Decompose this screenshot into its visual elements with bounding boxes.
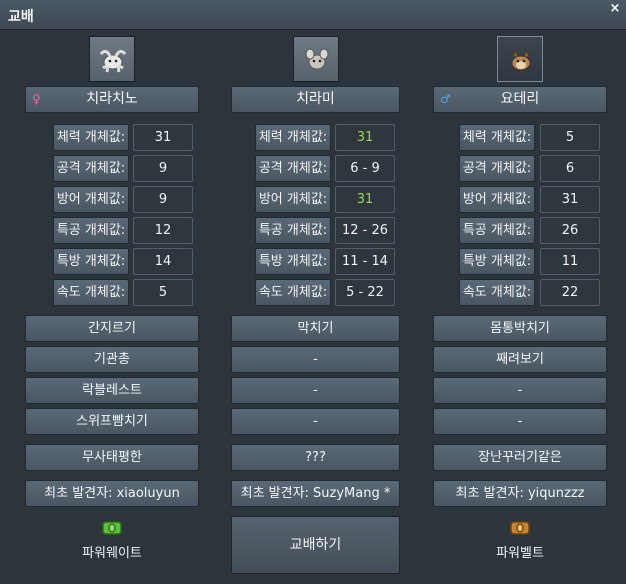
left-pokemon-slot[interactable] [89, 36, 135, 82]
middle-discoverer[interactable]: 최초 발견자: SuzyMang * [231, 480, 400, 507]
middle-stat-value-spa: 12 - 26 [335, 217, 395, 244]
middle-move-1[interactable]: 막치기 [231, 315, 400, 342]
right-pokemon-slot[interactable] [497, 36, 543, 82]
left-stat-label-def: 방어 개체값: [53, 186, 129, 213]
right-move-2[interactable]: 째려보기 [433, 346, 607, 373]
left-stat-label-spa: 특공 개체값: [53, 217, 129, 244]
right-stat-value-def: 31 [540, 186, 600, 213]
right-stat-label-spd: 특방 개체값: [459, 248, 535, 275]
right-name-label: 요테리 [500, 91, 540, 107]
right-stat-value-spd: 11 [540, 248, 600, 275]
right-pokemon-name: ♂ 요테리 [433, 86, 607, 113]
right-stat-value-spa: 26 [540, 217, 600, 244]
title-bar[interactable]: 교배 × [0, 0, 626, 30]
middle-stat-label-spa: 특공 개체값: [255, 217, 331, 244]
left-pokemon-name: ♀ 치라치노 [25, 86, 199, 113]
left-stat-value-spa: 12 [133, 217, 193, 244]
middle-pokemon-name: 치라미 [231, 86, 400, 113]
left-move-2[interactable]: 기관총 [25, 346, 199, 373]
left-stat-value-spd: 14 [133, 248, 193, 275]
left-move-1[interactable]: 간지르기 [25, 315, 199, 342]
left-name-label: 치라치노 [86, 91, 138, 107]
middle-stat-value-atk: 6 - 9 [335, 155, 395, 182]
middle-stat-value-hp: 31 [335, 124, 395, 151]
middle-pokemon-slot[interactable] [293, 36, 339, 82]
right-held-item[interactable]: 파워벨트 [455, 518, 585, 561]
middle-stat-label-def: 방어 개체값: [255, 186, 331, 213]
middle-stat-label-atk: 공격 개체값: [255, 155, 331, 182]
middle-move-3[interactable]: - [231, 377, 400, 404]
right-stat-value-atk: 6 [540, 155, 600, 182]
left-stat-label-spd: 특방 개체값: [53, 248, 129, 275]
breeding-window: 교배 × ♀ 치라치노 체력 개체값: 31 공격 개체값: 9 방어 개체값:… [0, 0, 626, 584]
left-discoverer[interactable]: 최초 발견자: xiaoluyun [25, 480, 199, 507]
left-held-item[interactable]: 파워웨이트 [47, 518, 177, 561]
left-stat-label-hp: 체력 개체값: [53, 124, 129, 151]
middle-move-2[interactable]: - [231, 346, 400, 373]
right-stat-value-spe: 22 [540, 279, 600, 306]
right-stat-label-def: 방어 개체값: [459, 186, 535, 213]
middle-stat-label-spd: 특방 개체값: [255, 248, 331, 275]
right-discoverer[interactable]: 최초 발견자: yiqunzzz [433, 480, 607, 507]
left-item-name: 파워웨이트 [82, 546, 142, 561]
male-icon: ♂ [440, 92, 451, 106]
right-move-1[interactable]: 몸통박치기 [433, 315, 607, 342]
power-belt-icon [510, 521, 530, 535]
left-stat-label-spe: 속도 개체값: [53, 279, 129, 306]
left-nature[interactable]: 무사태평한 [25, 444, 199, 471]
right-move-4[interactable]: - [433, 408, 607, 435]
middle-nature[interactable]: ??? [231, 444, 400, 471]
breed-button[interactable]: 교배하기 [231, 516, 400, 574]
female-icon: ♀ [32, 92, 41, 106]
left-stat-label-atk: 공격 개체값: [53, 155, 129, 182]
close-icon[interactable]: × [608, 2, 622, 16]
left-stat-value-atk: 9 [133, 155, 193, 182]
right-nature[interactable]: 장난꾸러기같은 [433, 444, 607, 471]
window-title: 교배 [8, 9, 34, 25]
cinccino-sprite-icon [99, 49, 127, 73]
right-item-name: 파워벨트 [496, 546, 544, 561]
right-stat-label-spe: 속도 개체값: [459, 279, 535, 306]
lillipup-sprite-icon [511, 48, 531, 71]
left-move-4[interactable]: 스위프뺨치기 [25, 408, 199, 435]
right-stat-label-spa: 특공 개체값: [459, 217, 535, 244]
right-stat-label-atk: 공격 개체값: [459, 155, 535, 182]
middle-move-4[interactable]: - [231, 408, 400, 435]
right-stat-label-hp: 체력 개체값: [459, 124, 535, 151]
left-move-3[interactable]: 락블레스트 [25, 377, 199, 404]
middle-stat-value-spd: 11 - 14 [335, 248, 395, 275]
right-stat-value-hp: 5 [540, 124, 600, 151]
middle-stat-value-def: 31 [335, 186, 395, 213]
middle-stat-label-spe: 속도 개체값: [255, 279, 331, 306]
minccino-sprite-icon [305, 48, 329, 70]
left-stat-value-spe: 5 [133, 279, 193, 306]
middle-stat-value-spe: 5 - 22 [335, 279, 395, 306]
left-stat-value-hp: 31 [133, 124, 193, 151]
left-stat-value-def: 9 [133, 186, 193, 213]
power-weight-icon [102, 521, 122, 535]
right-move-3[interactable]: - [433, 377, 607, 404]
middle-stat-label-hp: 체력 개체값: [255, 124, 331, 151]
